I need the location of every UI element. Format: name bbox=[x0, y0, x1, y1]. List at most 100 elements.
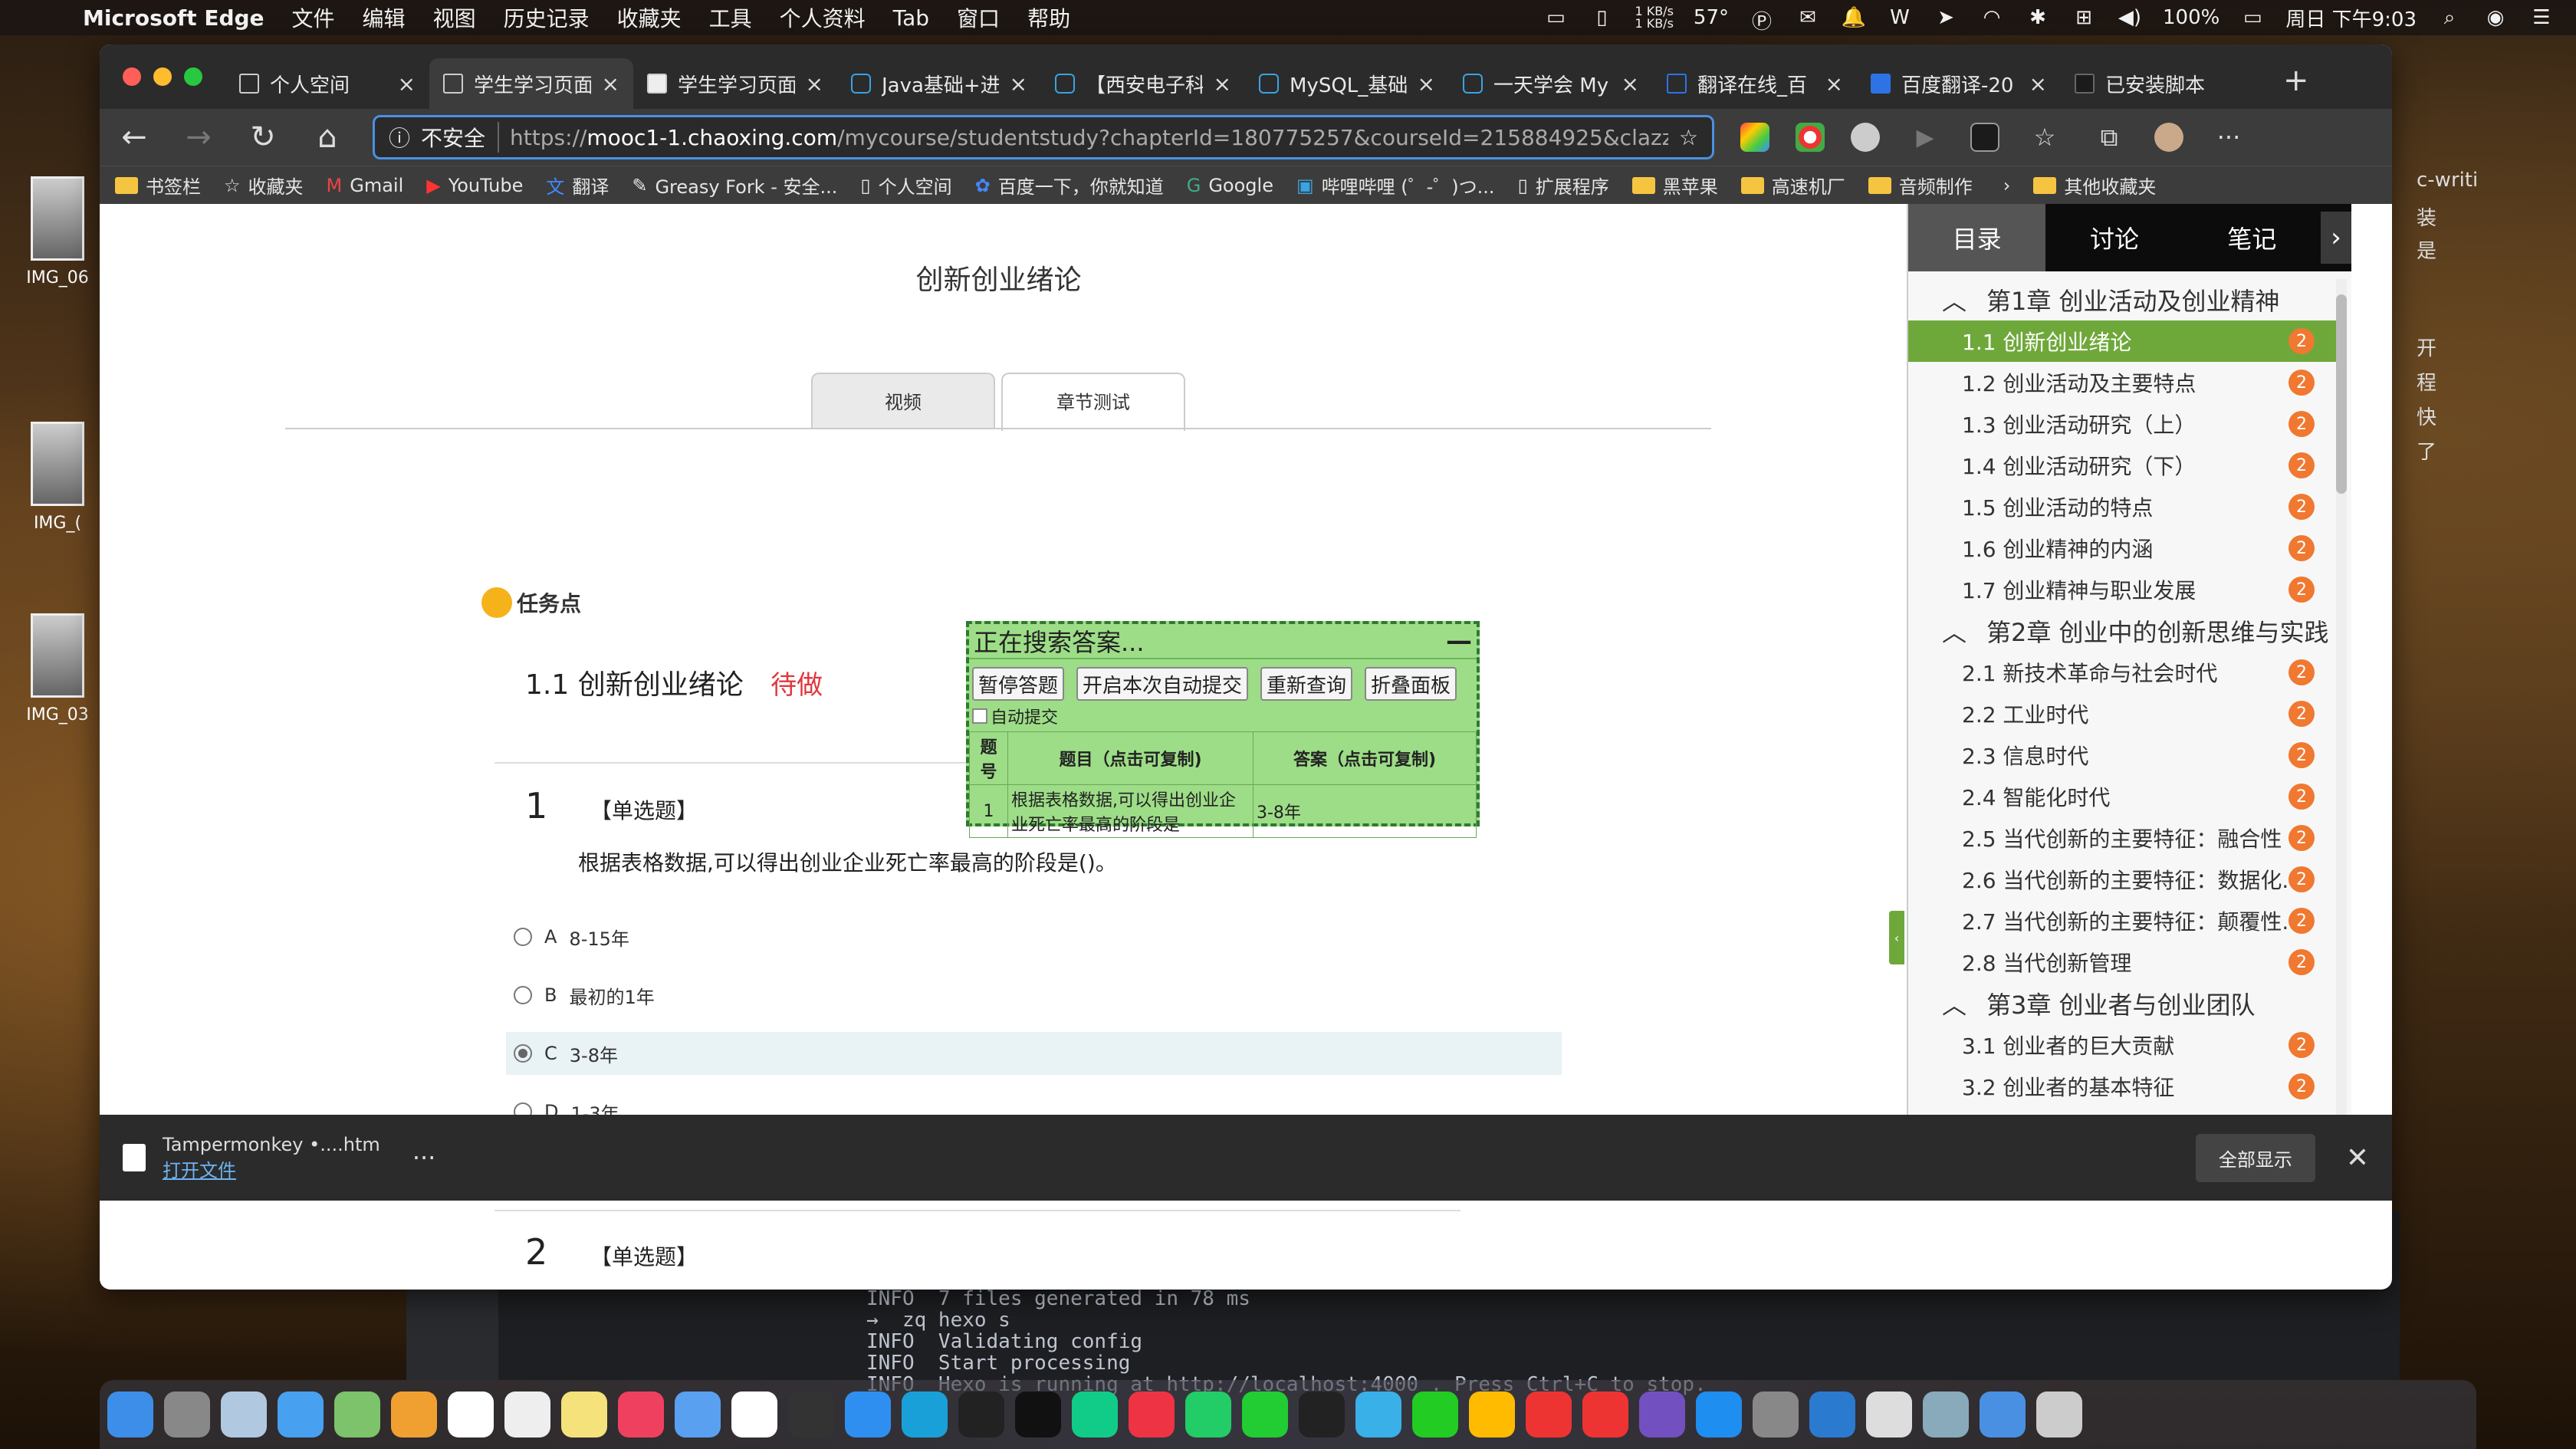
bookmark-audio[interactable]: 音频制作 bbox=[1868, 172, 1973, 199]
tab-discussion[interactable]: 讨论 bbox=[2045, 204, 2183, 271]
row-question[interactable]: 根据表格数据,可以得出创业企业死亡率最高的阶段是 bbox=[1007, 784, 1254, 838]
favorite-star-icon[interactable]: ☆ bbox=[1679, 125, 1698, 150]
final-cut-icon[interactable] bbox=[788, 1392, 834, 1438]
close-icon[interactable]: × bbox=[1214, 71, 1231, 97]
search-panel-header[interactable]: 正在搜索答案... — bbox=[969, 624, 1477, 659]
tab-xidian[interactable]: 【西安电子科 × bbox=[1041, 58, 1245, 109]
close-icon[interactable]: × bbox=[1010, 71, 1027, 97]
volume-icon[interactable]: ◀) bbox=[2117, 6, 2143, 29]
calendar-icon[interactable] bbox=[448, 1392, 494, 1438]
downloads-folder-icon[interactable] bbox=[1980, 1392, 2026, 1438]
favorites-icon[interactable]: ☆ bbox=[2026, 123, 2064, 152]
sidebar-scrollbar[interactable] bbox=[2336, 279, 2347, 1199]
telegram-icon[interactable] bbox=[1355, 1392, 1401, 1438]
bookmarks-overflow-icon[interactable]: › bbox=[2003, 175, 2011, 196]
close-icon[interactable]: ✕ bbox=[2346, 1142, 2369, 1174]
scrollbar-thumb[interactable] bbox=[2336, 294, 2347, 494]
pause-answering-button[interactable]: 暂停答题 bbox=[972, 667, 1065, 701]
tab-baidu-fanyi[interactable]: 百度翻译-20 × bbox=[1857, 58, 2061, 109]
bookmark-bilibili[interactable]: ▣ 哔哩哔哩 (゜-゜)つ... bbox=[1296, 172, 1495, 199]
chevron-up-icon[interactable]: ︿ bbox=[1942, 282, 1967, 317]
iterm-icon[interactable] bbox=[1015, 1392, 1061, 1438]
network-speed[interactable]: 1 KB/s 1 KB/s bbox=[1635, 5, 1673, 30]
sidebar-collapse-handle[interactable]: ‹ bbox=[1889, 911, 1904, 964]
netease-music-icon[interactable] bbox=[1526, 1392, 1572, 1438]
collections-icon[interactable]: ⧉ bbox=[2090, 123, 2128, 153]
tab-translate[interactable]: 翻译在线_百 × bbox=[1653, 58, 1857, 109]
bookmark-bookmarks-bar[interactable]: 书签栏 bbox=[115, 172, 201, 199]
lesson-item[interactable]: 3.1 创业者的巨大贡献 2 bbox=[1908, 1024, 2338, 1066]
open-file-link[interactable]: 打开文件 bbox=[163, 1155, 380, 1182]
forward-button[interactable]: → bbox=[179, 120, 218, 155]
enable-auto-submit-button[interactable]: 开启本次自动提交 bbox=[1076, 667, 1249, 701]
iqiyi-icon[interactable] bbox=[1412, 1392, 1458, 1438]
tab-one-day[interactable]: 一天学会 My × bbox=[1449, 58, 1653, 109]
puzzle-extension-icon[interactable] bbox=[1851, 123, 1880, 152]
lesson-item[interactable]: 2.5 当代创新的主要特征：融合性 2 bbox=[1908, 817, 2338, 859]
tab-mysql[interactable]: MySQL_基础 × bbox=[1245, 58, 1449, 109]
memory-monitor-icon[interactable]: ▯ bbox=[1589, 6, 1615, 29]
close-icon[interactable]: × bbox=[806, 71, 823, 97]
tab-chapter-test[interactable]: 章节测试 bbox=[1001, 373, 1185, 431]
lesson-item[interactable]: 2.4 智能化时代 2 bbox=[1908, 776, 2338, 817]
chevron-right-icon[interactable]: › bbox=[2321, 212, 2351, 264]
menu-history[interactable]: 历史记录 bbox=[504, 2, 590, 33]
cpu-monitor-icon[interactable]: ▭ bbox=[1543, 6, 1569, 29]
radio-button-selected[interactable] bbox=[514, 1044, 532, 1063]
radio-button[interactable] bbox=[514, 928, 532, 946]
minimize-panel-button[interactable]: — bbox=[1446, 626, 1472, 656]
spotlight-search-icon[interactable]: ⌕ bbox=[2436, 6, 2463, 29]
settings-more-icon[interactable]: ··· bbox=[2210, 123, 2248, 152]
close-icon[interactable]: × bbox=[398, 71, 416, 97]
lesson-item[interactable]: 1.6 创业精神的内涵 2 bbox=[1908, 527, 2338, 569]
auto-submit-checkbox[interactable] bbox=[972, 708, 987, 724]
edge-icon[interactable] bbox=[902, 1392, 948, 1438]
bookmark-google[interactable]: G Google bbox=[1187, 175, 1273, 196]
collapse-panel-button[interactable]: 折叠面板 bbox=[1365, 667, 1457, 701]
radio-button[interactable] bbox=[514, 986, 532, 1004]
menu-view[interactable]: 视图 bbox=[433, 2, 476, 33]
system-preferences-icon[interactable] bbox=[1753, 1392, 1799, 1438]
bookmark-youtube[interactable]: ▶ YouTube bbox=[426, 175, 523, 196]
bookmark-greasyfork[interactable]: ✎ Greasy Fork - 安全... bbox=[632, 172, 837, 199]
lesson-item[interactable]: 1.7 创业精神与职业发展 2 bbox=[1908, 569, 2338, 610]
lesson-item[interactable]: 1.3 创业活动研究（上） 2 bbox=[1908, 403, 2338, 445]
lesson-item[interactable]: 2.3 信息时代 2 bbox=[1908, 734, 2338, 776]
close-window-button[interactable] bbox=[123, 67, 141, 86]
wifi-icon[interactable]: ◠ bbox=[1979, 6, 2005, 29]
play-extension-icon[interactable]: ▶ bbox=[1906, 124, 1944, 151]
bookmark-factory[interactable]: 高速机厂 bbox=[1740, 172, 1845, 199]
desktop-file-3[interactable]: IMG_03 bbox=[15, 613, 100, 724]
pycharm-icon[interactable] bbox=[1185, 1392, 1231, 1438]
background-app-window[interactable]: c-writi 装 是 开 程 快 了 bbox=[2394, 153, 2576, 1219]
tab-video[interactable]: 视频 bbox=[811, 373, 995, 429]
option-a[interactable]: A 8-15年 bbox=[506, 915, 1562, 958]
info-icon[interactable]: ⓘ bbox=[389, 122, 410, 153]
desktop-file-2[interactable]: IMG_( bbox=[15, 422, 100, 533]
reminders-icon[interactable] bbox=[504, 1392, 550, 1438]
lesson-item[interactable]: 3.2 创业者的基本特征 2 bbox=[1908, 1066, 2338, 1107]
photos-icon[interactable] bbox=[391, 1392, 437, 1438]
input-method-icon[interactable]: ⊞ bbox=[2071, 6, 2097, 29]
p-icon[interactable]: Ⓟ bbox=[1749, 6, 1775, 34]
bluetooth-icon[interactable]: ✱ bbox=[2025, 6, 2051, 29]
chrome-extension-icon[interactable] bbox=[1796, 123, 1825, 152]
bookmark-extensions[interactable]: ▯ 扩展程序 bbox=[1518, 172, 1609, 199]
chevron-up-icon[interactable]: ︿ bbox=[1942, 613, 1967, 649]
minimize-window-button[interactable] bbox=[153, 67, 172, 86]
clock[interactable]: 周日 下午9:03 bbox=[2285, 4, 2417, 32]
bookmark-hackintosh[interactable]: 黑苹果 bbox=[1631, 172, 1718, 199]
close-icon[interactable]: × bbox=[602, 71, 619, 97]
lesson-item[interactable]: 2.8 当代创新管理 2 bbox=[1908, 941, 2338, 983]
wechat-icon[interactable]: ✉ bbox=[1795, 6, 1821, 29]
wps-icon[interactable] bbox=[1582, 1392, 1628, 1438]
menu-tools[interactable]: 工具 bbox=[709, 2, 752, 33]
close-icon[interactable]: × bbox=[1622, 71, 1639, 97]
tab-catalog[interactable]: 目录 bbox=[1908, 204, 2046, 271]
temperature[interactable]: 57° bbox=[1694, 6, 1729, 29]
desktop-file-1[interactable]: IMG_06 bbox=[15, 176, 100, 288]
url-text[interactable]: https://mooc1-1.chaoxing.com/mycourse/st… bbox=[510, 125, 1668, 150]
answer-search-panel[interactable]: 正在搜索答案... — 暂停答题 开启本次自动提交 重新查询 折叠面板 自动提交… bbox=[966, 621, 1480, 838]
qq-icon[interactable] bbox=[1299, 1392, 1345, 1438]
lesson-item[interactable]: 2.2 工业时代 2 bbox=[1908, 693, 2338, 734]
